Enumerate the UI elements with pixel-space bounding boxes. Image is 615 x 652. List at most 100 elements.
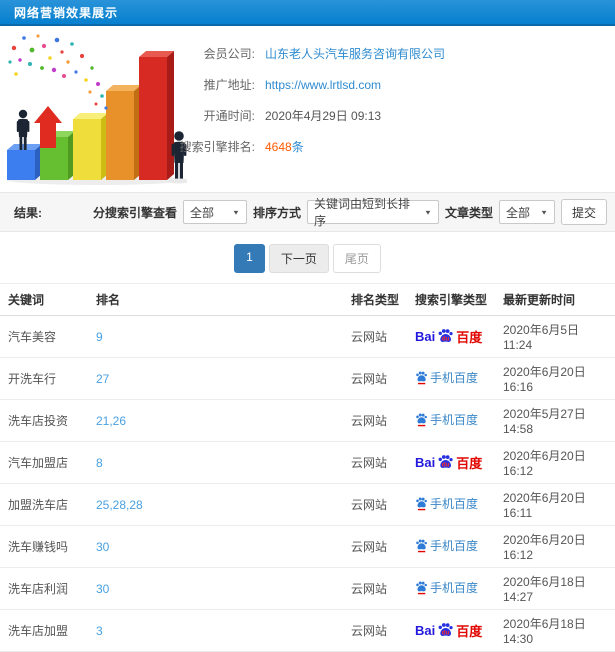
- rank-link[interactable]: 3: [96, 624, 103, 638]
- rank-link[interactable]: 30: [96, 582, 109, 596]
- rank-link[interactable]: 30: [96, 540, 109, 554]
- rank-type-cell: 云网站: [343, 525, 407, 568]
- app-header: 网络营销效果展示: [0, 0, 615, 26]
- info-section: 会员公司: 山东老人头汽车服务咨询有限公司 推广地址: https://www.…: [0, 26, 615, 192]
- column-header-updated: 最新更新时间: [495, 283, 615, 316]
- table-row: 洗车店利润 30 云网站 Bai du 百度: [0, 567, 615, 610]
- keyword-cell: 洗车店加盟: [0, 609, 88, 652]
- engine-rank-unit: 条: [291, 140, 304, 154]
- mobile-baidu-paw-icon: [416, 413, 427, 427]
- rank-cell: 30: [88, 525, 343, 568]
- updated-cell: 2020年6月20日 16:11: [495, 483, 615, 526]
- updated-cell: 2020年6月20日 16:12: [495, 525, 615, 568]
- rank-link[interactable]: 25,28,28: [96, 498, 143, 512]
- column-header-rank-type: 排名类型: [343, 283, 407, 316]
- article-type-value: 全部: [505, 205, 530, 220]
- column-header-rank: 排名: [88, 283, 343, 316]
- baidu-paw-icon: du: [438, 455, 453, 468]
- rank-link[interactable]: 9: [96, 330, 103, 344]
- rank-cell: 3: [88, 609, 343, 652]
- rank-type-cell: 云网站: [343, 567, 407, 610]
- chevron-down-icon: ▼: [424, 208, 432, 216]
- confetti-dots: [8, 34, 108, 110]
- updated-cell: 2020年6月18日 14:27: [495, 567, 615, 610]
- sort-filter-value: 关键词由短到长排序: [313, 197, 410, 228]
- baidu-paw-icon: du: [438, 329, 453, 342]
- promo-url-link[interactable]: https://www.lrtlsd.com: [265, 78, 381, 92]
- info-row-open-time: 开通时间: 2020年4月29日 09:13: [155, 100, 615, 131]
- rank-cell: 8: [88, 441, 343, 484]
- pagination: 1 下一页 尾页: [0, 244, 615, 273]
- rank-type-cell: 云网站: [343, 483, 407, 526]
- keyword-rank-table: 关键词 排名 排名类型 搜索引擎类型 最新更新时间 汽车美容 9 云网站 Bai…: [0, 283, 615, 652]
- filter-bar: 结果: 分搜索引擎查看 全部 ▼ 排序方式 关键词由短到长排序 ▼ 文章类型 全…: [0, 192, 615, 232]
- submit-button[interactable]: 提交: [560, 199, 607, 225]
- svg-text:du: du: [442, 335, 450, 342]
- open-time-value: 2020年4月29日 09:13: [265, 109, 382, 123]
- table-row: 洗车赚钱吗 30 云网站 Bai du 百度: [0, 525, 615, 568]
- rank-type-cell: 云网站: [343, 357, 407, 400]
- engine-filter-select[interactable]: 全部 ▼: [182, 200, 247, 224]
- rank-cell: 27: [88, 357, 343, 400]
- updated-cell: 2020年6月5日 11:24: [495, 315, 615, 358]
- updated-cell: 2020年5月27日 14:58: [495, 399, 615, 442]
- rank-cell: 25,28,28: [88, 483, 343, 526]
- engine-cell: Bai du 百度 手机百度: [407, 525, 495, 568]
- promo-url-label: 推广地址:: [203, 78, 255, 92]
- open-time-label: 开通时间:: [203, 109, 255, 123]
- engine-cell: Bai du 百度 手机百度: [407, 399, 495, 442]
- sort-filter-select[interactable]: 关键词由短到长排序 ▼: [306, 197, 439, 228]
- table-row: 开洗车行 27 云网站 Bai du 百度: [0, 357, 615, 400]
- baidu-logo: Bai du 百度: [415, 329, 483, 345]
- rank-cell: 21,26: [88, 399, 343, 442]
- businessman-left: [16, 109, 30, 150]
- baidu-logo: Bai du 百度: [415, 455, 483, 471]
- keyword-cell: 开洗车行: [0, 357, 88, 400]
- rank-link[interactable]: 21,26: [96, 414, 126, 428]
- keyword-cell: 汽车加盟店: [0, 441, 88, 484]
- rank-type-cell: 云网站: [343, 609, 407, 652]
- engine-cell: Bai du 百度 手机百度: [407, 315, 495, 358]
- next-page-button[interactable]: 下一页: [268, 244, 329, 273]
- member-company-link[interactable]: 山东老人头汽车服务咨询有限公司: [265, 45, 445, 62]
- bar-orange: [106, 85, 141, 180]
- mobile-baidu-icon: 手机百度: [415, 495, 478, 512]
- table-header-row: 关键词 排名 排名类型 搜索引擎类型 最新更新时间: [0, 283, 615, 316]
- article-type-label: 文章类型: [444, 205, 493, 220]
- updated-cell: 2020年6月18日 14:30: [495, 609, 615, 652]
- updated-cell: 2020年6月20日 16:12: [495, 441, 615, 484]
- page-button-1[interactable]: 1: [234, 244, 265, 273]
- rank-link[interactable]: 8: [96, 456, 103, 470]
- rank-link[interactable]: 27: [96, 372, 109, 386]
- bar-yellow: [73, 113, 108, 180]
- keyword-cell: 汽车美容: [0, 315, 88, 358]
- results-label: 结果:: [14, 205, 42, 220]
- svg-text:du: du: [442, 629, 450, 636]
- keyword-cell: 洗车赚钱吗: [0, 525, 88, 568]
- engine-rank-label: 搜索引擎排名:: [179, 140, 255, 154]
- mobile-baidu-paw-icon: [416, 497, 427, 511]
- table-row: 汽车加盟店 8 云网站 Bai du 百度 2020年6月20日 16:12: [0, 441, 615, 484]
- page-title: 网络营销效果展示: [14, 5, 119, 20]
- updated-cell: 2020年6月20日 16:16: [495, 357, 615, 400]
- keyword-cell: 加盟洗车店: [0, 483, 88, 526]
- member-company-label: 会员公司:: [203, 47, 255, 61]
- mobile-baidu-paw-icon: [416, 539, 427, 553]
- rank-type-cell: 云网站: [343, 441, 407, 484]
- table-row: 洗车店投资 21,26 云网站 Bai du 百度: [0, 399, 615, 442]
- baidu-paw-icon: du: [438, 623, 453, 636]
- engine-rank-count: 4648: [265, 140, 292, 154]
- last-page-button[interactable]: 尾页: [332, 244, 381, 273]
- mobile-baidu-icon: 手机百度: [415, 411, 478, 428]
- member-info-list: 会员公司: 山东老人头汽车服务咨询有限公司 推广地址: https://www.…: [155, 26, 615, 192]
- engine-filter-label: 分搜索引擎查看: [92, 205, 177, 220]
- rank-type-cell: 云网站: [343, 399, 407, 442]
- table-row: 汽车美容 9 云网站 Bai du 百度 2020年6月5日 11:24: [0, 315, 615, 358]
- filter-controls: 分搜索引擎查看 全部 ▼ 排序方式 关键词由短到长排序 ▼ 文章类型 全部 ▼ …: [92, 197, 607, 228]
- rank-cell: 30: [88, 567, 343, 610]
- keyword-cell: 洗车店投资: [0, 399, 88, 442]
- chevron-down-icon: ▼: [540, 208, 548, 216]
- engine-cell: Bai du 百度 手机百度: [407, 357, 495, 400]
- engine-cell: Bai du 百度 手机百度: [407, 441, 495, 484]
- article-type-select[interactable]: 全部 ▼: [498, 200, 555, 224]
